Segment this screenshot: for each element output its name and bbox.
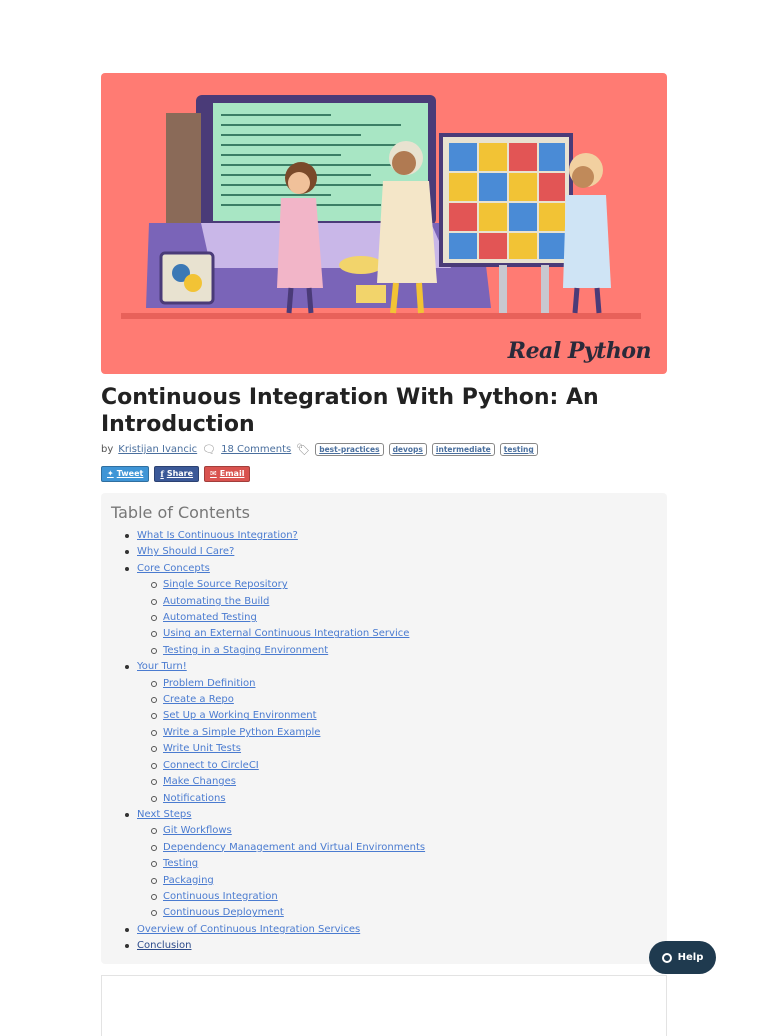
envelope-icon: ✉ [210, 469, 217, 478]
toc-sublist: Problem Definition Create a Repo Set Up … [151, 676, 647, 807]
toc-list: What Is Continuous Integration? Why Shou… [125, 528, 647, 955]
toc-sublist: Git Workflows Dependency Management and … [151, 823, 647, 921]
toc-item: Overview of Continuous Integration Servi… [125, 922, 647, 938]
toc-link[interactable]: Testing [163, 858, 198, 869]
toc-link[interactable]: Dependency Management and Virtual Enviro… [163, 842, 425, 853]
toc-subitem: Write Unit Tests [151, 741, 647, 757]
toc-subitem: Write a Simple Python Example [151, 725, 647, 741]
toc-link[interactable]: Continuous Deployment [163, 907, 284, 918]
python-logo-yellow [184, 274, 202, 292]
article-title: Continuous Integration With Python: An I… [101, 385, 599, 437]
hero-artwork [121, 95, 641, 319]
board-leg-left [499, 265, 507, 313]
toc-link[interactable]: Using an External Continuous Integration… [163, 628, 409, 639]
toc-link[interactable]: Write a Simple Python Example [163, 727, 320, 738]
toc-subitem: Connect to CircleCI [151, 758, 647, 774]
toc-subitem: Packaging [151, 873, 647, 889]
toc-item: What Is Continuous Integration? [125, 528, 647, 544]
toc-link[interactable]: Git Workflows [163, 825, 232, 836]
hero-illustration: Real Python [101, 73, 667, 374]
board-leg-right [541, 265, 549, 313]
toc-subitem: Testing [151, 856, 647, 872]
facebook-share-button[interactable]: f Share [154, 466, 200, 482]
content-box [101, 975, 667, 1036]
tag-best-practices[interactable]: best-practices [315, 443, 384, 456]
tag-devops[interactable]: devops [388, 443, 427, 456]
share-label: Share [166, 469, 194, 478]
comments-link[interactable]: 18 Comments [221, 444, 291, 455]
toc-link[interactable]: Write Unit Tests [163, 743, 241, 754]
toc-subitem: Create a Repo [151, 692, 647, 708]
toc-link[interactable]: Notifications [163, 793, 226, 804]
share-bar: ✦ Tweet f Share ✉ Email [101, 466, 251, 482]
toc-link-next-steps[interactable]: Next Steps [137, 809, 191, 820]
toc-subitem: Using an External Continuous Integration… [151, 626, 647, 642]
toc-subitem: Problem Definition [151, 676, 647, 692]
toc-title: Table of Contents [111, 503, 250, 522]
toc-subitem: Continuous Integration [151, 889, 647, 905]
help-label: Help [677, 952, 704, 963]
help-button[interactable]: Help [649, 941, 716, 974]
toc-link-why-care[interactable]: Why Should I Care? [137, 546, 234, 557]
toc-link-conclusion[interactable]: Conclusion [137, 940, 192, 951]
facebook-icon: f [160, 469, 164, 479]
toc-link[interactable]: Single Source Repository [163, 579, 288, 590]
comments-icon: 🗨 [202, 443, 217, 456]
toc-subitem: Single Source Repository [151, 577, 647, 593]
toc-link[interactable]: Set Up a Working Environment [163, 710, 317, 721]
puzzle-pieces [449, 143, 565, 259]
lifebuoy-icon [661, 952, 672, 963]
by-label: by [101, 444, 114, 455]
toc-link[interactable]: Create a Repo [163, 694, 234, 705]
toc-link-your-turn[interactable]: Your Turn! [137, 661, 187, 672]
toc-link[interactable]: Make Changes [163, 776, 236, 787]
toc-link-what-is-ci[interactable]: What Is Continuous Integration? [137, 530, 298, 541]
toc-link[interactable]: Packaging [163, 875, 214, 886]
author-link[interactable]: Kristijan Ivancic [118, 444, 197, 455]
email-label: Email [219, 469, 245, 478]
real-python-logo: Real Python [507, 338, 652, 364]
toc-sublist: Single Source Repository Automating the … [151, 577, 647, 659]
toc-item: Core Concepts Single Source Repository A… [125, 561, 647, 659]
toc-link-core-concepts[interactable]: Core Concepts [137, 563, 210, 574]
tweet-label: Tweet [116, 469, 144, 478]
toc-link[interactable]: Automated Testing [163, 612, 257, 623]
floor-shadow [121, 313, 641, 319]
toc-subitem: Notifications [151, 791, 647, 807]
tag-intermediate[interactable]: intermediate [431, 443, 495, 456]
twitter-icon: ✦ [107, 469, 114, 478]
article-meta: by Kristijan Ivancic 🗨 18 Comments 🏷 bes… [101, 443, 667, 456]
toc-subitem: Automating the Build [151, 594, 647, 610]
toc-subitem: Continuous Deployment [151, 905, 647, 921]
toc-link[interactable]: Continuous Integration [163, 891, 278, 902]
toc-link[interactable]: Testing in a Staging Environment [163, 645, 328, 656]
toc-subitem: Automated Testing [151, 610, 647, 626]
console-dial [339, 256, 383, 274]
toc-subitem: Testing in a Staging Environment [151, 643, 647, 659]
email-button[interactable]: ✉ Email [204, 466, 251, 482]
toc-subitem: Make Changes [151, 774, 647, 790]
console-x-panel [356, 285, 386, 303]
toc-item: Why Should I Care? [125, 544, 647, 560]
toc-subitem: Dependency Management and Virtual Enviro… [151, 840, 647, 856]
toc-item: Conclusion [125, 938, 647, 954]
toc-item: Your Turn! Problem Definition Create a R… [125, 659, 647, 807]
toc-link[interactable]: Automating the Build [163, 596, 269, 607]
toc-link-ci-services[interactable]: Overview of Continuous Integration Servi… [137, 924, 360, 935]
table-of-contents: Table of Contents What Is Continuous Int… [101, 493, 667, 964]
tag-testing[interactable]: testing [499, 443, 538, 456]
toc-item: Next Steps Git Workflows Dependency Mana… [125, 807, 647, 922]
toc-subitem: Set Up a Working Environment [151, 708, 647, 724]
tags-icon: 🏷 [296, 443, 311, 456]
toc-subitem: Git Workflows [151, 823, 647, 839]
tweet-button[interactable]: ✦ Tweet [101, 466, 150, 482]
toc-link[interactable]: Connect to CircleCI [163, 760, 259, 771]
toc-link[interactable]: Problem Definition [163, 678, 256, 689]
